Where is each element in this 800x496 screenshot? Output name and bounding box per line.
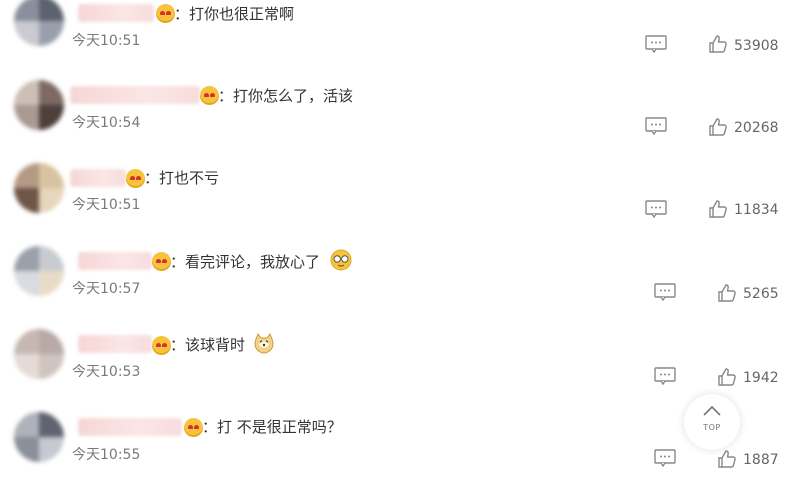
username[interactable] — [78, 335, 152, 353]
back-to-top-button[interactable]: TOP — [684, 394, 740, 450]
like-count: 1887 — [743, 452, 779, 468]
like-count: 20268 — [734, 120, 779, 136]
avatar[interactable] — [14, 412, 64, 462]
avatar[interactable] — [14, 80, 64, 130]
comment-time: 今天10:53 — [72, 364, 141, 380]
reply-icon[interactable] — [654, 283, 676, 301]
comment-time: 今天10:55 — [72, 447, 141, 463]
comment-text: ：打也不亏 — [144, 169, 220, 187]
username[interactable] — [70, 86, 200, 104]
reply-icon[interactable] — [645, 35, 667, 53]
avatar[interactable] — [14, 0, 64, 46]
avatar[interactable] — [14, 246, 64, 296]
reply-icon[interactable] — [645, 117, 667, 135]
comment-item: ：该球背时 今天10:53 1942 — [0, 321, 800, 403]
comment-item: ：打也不亏 今天10:51 11834 — [0, 155, 800, 237]
comment-item: ：打你也很正常啊 今天10:51 53908 — [0, 0, 800, 70]
vip-badge-icon — [200, 86, 219, 105]
comment-text: ：打你也很正常啊 — [174, 5, 295, 23]
avatar[interactable] — [14, 329, 64, 379]
comment-text: ：看完评论，我放心了 — [170, 253, 321, 271]
back-to-top-label: TOP — [703, 423, 721, 432]
like-icon[interactable] — [717, 449, 737, 469]
vip-badge-icon — [156, 4, 175, 23]
like-count: 5265 — [743, 286, 779, 302]
chevron-up-icon — [703, 405, 721, 416]
like-count: 1942 — [743, 370, 779, 386]
comment-item: ：打你怎么了，活该 今天10:54 20268 — [0, 72, 800, 154]
vip-badge-icon — [152, 336, 171, 355]
reply-icon[interactable] — [654, 449, 676, 467]
username[interactable] — [70, 169, 126, 187]
avatar[interactable] — [14, 163, 64, 213]
username[interactable] — [78, 4, 154, 22]
username[interactable] — [78, 252, 152, 270]
reply-icon[interactable] — [654, 367, 676, 385]
username[interactable] — [78, 418, 182, 436]
vip-badge-icon — [152, 252, 171, 271]
comment-text: ：打你怎么了，活该 — [218, 87, 354, 105]
comment-item: ：打 不是很正常吗？ 今天10:55 1887 — [0, 404, 800, 486]
comment-time: 今天10:51 — [72, 197, 141, 213]
comment-text: ：该球背时 — [170, 336, 246, 354]
reply-icon[interactable] — [645, 200, 667, 218]
relieved-face-icon — [330, 249, 352, 271]
comment-time: 今天10:54 — [72, 115, 141, 131]
comment-text: ：打 不是很正常吗？ — [202, 418, 342, 436]
comment-time: 今天10:51 — [72, 33, 141, 49]
like-icon[interactable] — [708, 199, 728, 219]
comment-time: 今天10:57 — [72, 281, 141, 297]
comment-item: ：看完评论，我放心了 今天10:57 5265 — [0, 238, 800, 320]
like-count: 11834 — [734, 202, 779, 218]
vip-badge-icon — [184, 418, 203, 437]
vip-badge-icon — [126, 169, 145, 188]
like-icon[interactable] — [717, 367, 737, 387]
like-icon[interactable] — [708, 34, 728, 54]
like-icon[interactable] — [717, 283, 737, 303]
like-icon[interactable] — [708, 117, 728, 137]
like-count: 53908 — [734, 38, 779, 54]
doge-icon — [254, 332, 274, 354]
